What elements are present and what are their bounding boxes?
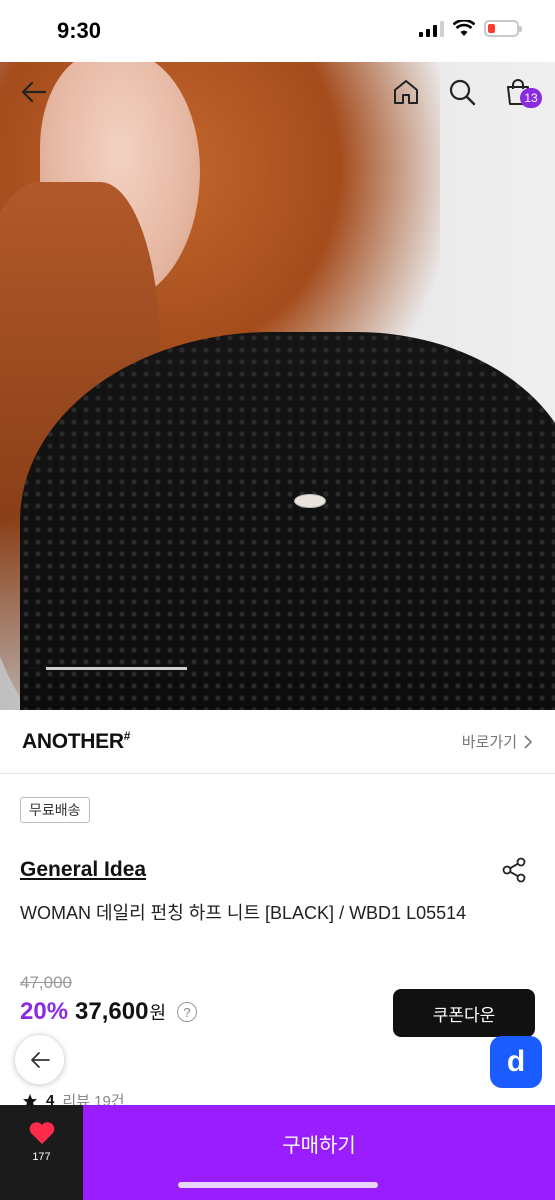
home-indicator [178, 1182, 378, 1188]
image-slider-progress-fill [27, 666, 47, 670]
heart-icon [29, 1122, 54, 1144]
cart-button[interactable]: 13 [500, 74, 542, 110]
like-count: 177 [32, 1151, 51, 1163]
home-button[interactable] [388, 74, 424, 110]
top-navigation: 13 [0, 62, 555, 122]
coupon-download-button[interactable]: 쿠폰다운 [393, 989, 535, 1037]
image-slider-progress [27, 666, 187, 670]
price-row: 20% 37,600 원 ? [20, 998, 198, 1026]
home-icon [394, 80, 418, 104]
wifi-icon [453, 20, 475, 36]
original-price: 47,000 [20, 973, 72, 992]
brand-logo-mark: # [123, 729, 131, 743]
status-time: 9:30 [57, 18, 102, 43]
brand-shortcut-label: 바로가기 [461, 734, 517, 751]
product-image[interactable] [0, 62, 555, 710]
search-button[interactable] [444, 74, 480, 110]
brand-logo: ANOTHER# [22, 729, 130, 754]
back-arrow-icon [30, 1051, 50, 1068]
cart-count-badge: 13 [520, 88, 542, 108]
back-button[interactable] [16, 74, 52, 110]
brand-row: ANOTHER# 바로가기 [0, 710, 555, 774]
product-brand-link[interactable]: General Idea [20, 858, 146, 882]
buy-button-label: 구매하기 [282, 1135, 356, 1157]
like-button[interactable]: 177 [0, 1105, 83, 1200]
app-shortcut-button[interactable]: d [490, 1036, 542, 1088]
product-name: WOMAN 데일리 펀칭 하프 니트 [BLACK] / WBD1 L05514 [20, 903, 467, 923]
sale-price: 37,600 [75, 998, 149, 1025]
free-shipping-tag: 무료배송 [20, 797, 90, 823]
question-icon[interactable]: ? [177, 1002, 198, 1022]
status-bar: 9:30 [0, 0, 555, 62]
floating-back-button[interactable] [14, 1034, 65, 1085]
brand-shortcut-link[interactable]: 바로가기 [462, 731, 533, 752]
price-unit: 원 [149, 1003, 167, 1023]
discount-rate: 20% [20, 998, 69, 1025]
chevron-right-icon [524, 734, 533, 749]
share-icon [502, 857, 526, 883]
back-arrow-icon [21, 81, 47, 103]
status-icons [419, 20, 522, 37]
signal-icon [419, 20, 444, 37]
battery-icon [484, 20, 522, 37]
share-button[interactable] [500, 856, 528, 884]
search-icon [449, 79, 476, 106]
brand-logo-text: ANOTHER [22, 730, 124, 753]
